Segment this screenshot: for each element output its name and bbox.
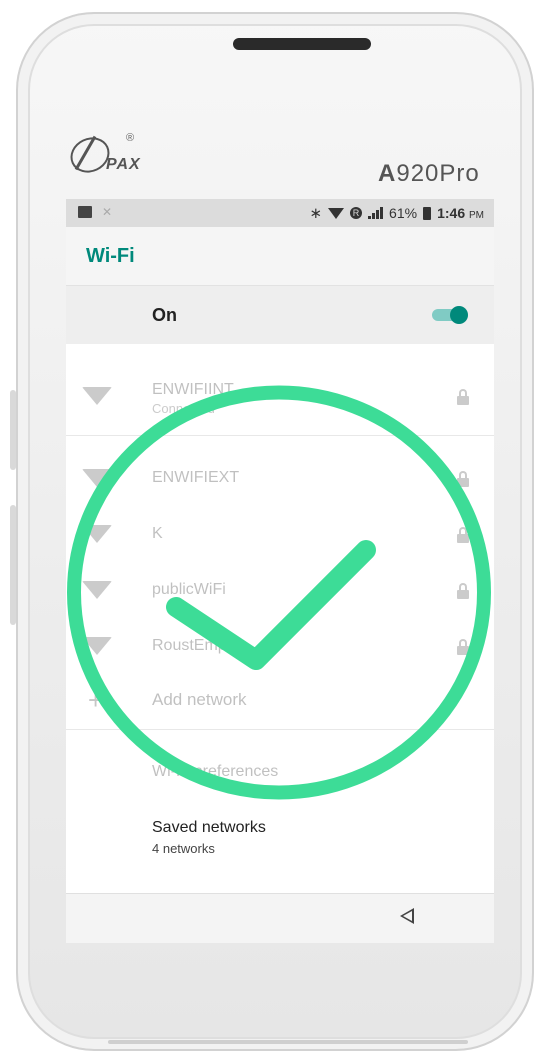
toggle-thumb bbox=[450, 306, 468, 324]
lock-icon bbox=[456, 583, 470, 599]
network-item-roustemp[interactable]: RoustEmp bbox=[66, 619, 494, 675]
network-name: ENWIFIEXT bbox=[152, 469, 240, 486]
battery-icon bbox=[423, 206, 432, 220]
side-button bbox=[10, 505, 16, 625]
wifi-signal-icon bbox=[82, 581, 112, 599]
wifi-signal-icon bbox=[82, 387, 112, 405]
wifi-toggle-row[interactable]: On bbox=[66, 286, 494, 344]
registered-mark: ® bbox=[126, 132, 135, 144]
network-name: RoustEmp bbox=[152, 637, 227, 654]
navigation-bar bbox=[66, 893, 494, 943]
battery-percent: 61% bbox=[389, 205, 418, 221]
model-suffix: 920Pro bbox=[396, 160, 480, 187]
clock-time: 1:46 bbox=[437, 205, 466, 221]
app-bar: Wi-Fi bbox=[66, 227, 494, 286]
saved-networks-item[interactable]: Saved networks 4 networks bbox=[66, 809, 494, 865]
wifi-signal-icon bbox=[82, 637, 112, 655]
saved-networks-label: Saved networks bbox=[152, 819, 266, 836]
add-network-label: Add network bbox=[152, 690, 247, 709]
roaming-icon: R bbox=[350, 207, 363, 219]
divider bbox=[66, 729, 494, 730]
wifi-preferences-label: Wi-Fi preferences bbox=[152, 763, 279, 780]
clock-ampm: PM bbox=[469, 210, 484, 221]
network-item-k[interactable]: K bbox=[66, 507, 494, 563]
speaker-grille bbox=[233, 38, 371, 50]
image-icon bbox=[78, 206, 92, 218]
network-status: Connected bbox=[152, 401, 215, 416]
bottom-edge bbox=[108, 1040, 468, 1044]
divider bbox=[66, 435, 494, 436]
network-name: publicWiFi bbox=[152, 581, 226, 598]
signal-icon bbox=[368, 207, 384, 219]
network-item-enwifiint[interactable]: ENWIFIINT Connected bbox=[66, 369, 494, 425]
lock-icon bbox=[456, 389, 470, 405]
back-icon[interactable] bbox=[400, 908, 414, 924]
network-item-publicwifi[interactable]: publicWiFi bbox=[66, 563, 494, 619]
network-name: ENWIFIINT bbox=[152, 381, 234, 398]
wifi-signal-icon bbox=[82, 525, 112, 543]
wifi-status-icon bbox=[328, 207, 345, 219]
model-name: A920Pro bbox=[378, 160, 480, 188]
model-prefix: A bbox=[378, 160, 397, 187]
plus-icon: + bbox=[88, 685, 104, 715]
page-title: Wi-Fi bbox=[86, 245, 135, 267]
lock-icon bbox=[456, 527, 470, 543]
brand-name: PAX bbox=[106, 156, 141, 173]
lock-icon bbox=[456, 471, 470, 487]
status-bar: ✕ ∗ R 61% 1:46 PM bbox=[66, 199, 494, 227]
wifi-preferences-item[interactable]: Wi-Fi preferences bbox=[66, 751, 494, 791]
add-network-button[interactable]: + Add network bbox=[66, 671, 494, 727]
network-item-enwifiext[interactable]: ENWIFIEXT bbox=[66, 451, 494, 507]
wifi-signal-icon bbox=[82, 469, 112, 487]
network-name: K bbox=[152, 525, 163, 542]
notification-off-icon: ✕ bbox=[102, 205, 113, 219]
screen: ✕ ∗ R 61% 1:46 PM Wi-Fi On ENWIFIINT Con… bbox=[66, 199, 494, 943]
wifi-toggle-label: On bbox=[152, 305, 177, 325]
saved-networks-count: 4 networks bbox=[152, 841, 215, 856]
brand-logo: ® PAX bbox=[64, 131, 190, 182]
lock-icon bbox=[456, 639, 470, 655]
clock: 1:46 PM bbox=[437, 205, 484, 221]
bluetooth-icon: ∗ bbox=[309, 205, 323, 222]
wifi-toggle-switch[interactable] bbox=[432, 306, 472, 324]
side-button bbox=[10, 390, 16, 470]
